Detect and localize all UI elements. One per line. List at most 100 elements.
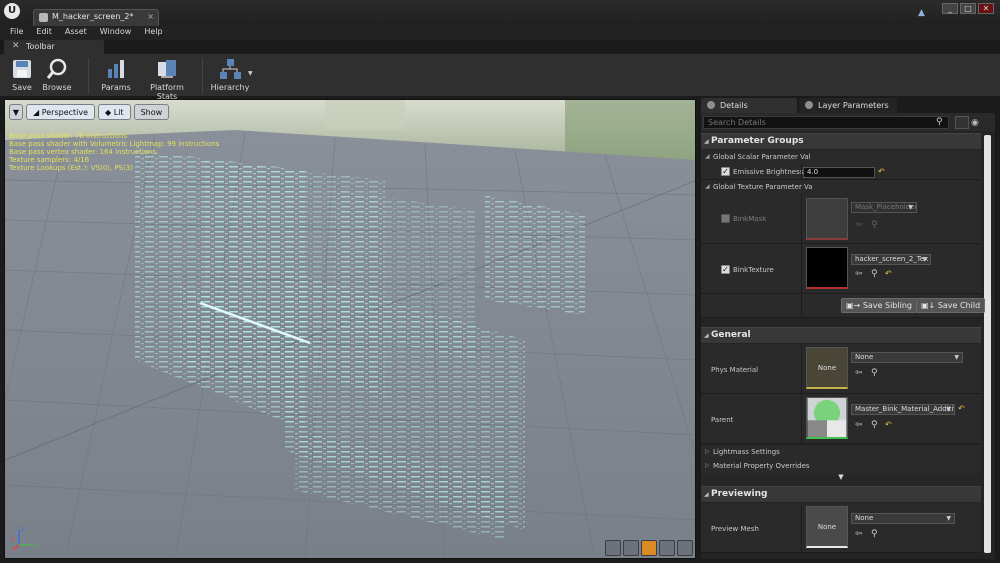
perspective-icon: ◢ xyxy=(33,107,42,117)
property-matrix-icon[interactable] xyxy=(955,116,969,129)
bink-texture-asset-combo[interactable]: hacker_screen_2_Tex ▼ xyxy=(851,254,931,265)
lit-button[interactable]: ◆ Lit xyxy=(98,103,131,120)
save-child-label: Save Child xyxy=(937,301,981,310)
use-selected-arrow-icon[interactable]: ⇦ xyxy=(855,529,863,539)
details-scrollbar[interactable] xyxy=(984,135,991,553)
menu-bar: File Edit Asset Window Help xyxy=(0,26,1000,40)
collapse-arrow-icon: ◢ xyxy=(704,138,709,145)
viewport-options-button[interactable]: ▼ xyxy=(9,103,23,120)
save-child-button[interactable]: ▣↓ Save Child xyxy=(916,298,986,313)
column-splitter xyxy=(801,394,802,443)
platform-stats-button[interactable]: Platform Stats xyxy=(140,58,194,101)
texture-group-label: Global Texture Parameter Va xyxy=(713,183,813,191)
sphere-preview-button[interactable] xyxy=(623,540,639,556)
params-button[interactable]: Params xyxy=(98,58,134,96)
maximize-button[interactable]: □ xyxy=(960,3,976,14)
phys-material-combo[interactable]: None ▼ xyxy=(851,352,963,363)
scrollbar-thumb[interactable] xyxy=(984,135,991,553)
panel-tabs: Details Layer Parameters xyxy=(699,97,997,113)
emissive-brightness-input[interactable]: 4.0 xyxy=(803,167,875,178)
column-splitter xyxy=(801,194,802,243)
use-selected-arrow-icon[interactable]: ⇦ xyxy=(855,368,863,378)
bink-mask-asset-combo[interactable]: Mask_Placeholder ▼ xyxy=(851,202,917,213)
toolbar-tab[interactable]: ✕ Toolbar xyxy=(4,40,104,54)
hierarchy-button[interactable]: Hierarchy xyxy=(210,58,250,96)
close-window-button[interactable]: ✕ xyxy=(978,3,994,14)
save-button[interactable]: Save xyxy=(8,58,36,96)
minimize-button[interactable]: _ xyxy=(942,3,958,14)
reset-to-default-icon[interactable]: ↶ xyxy=(878,167,885,176)
browse-button[interactable]: Browse xyxy=(40,58,74,96)
save-sibling-icon: ▣→ xyxy=(846,301,863,310)
bink-mask-thumbnail[interactable] xyxy=(806,198,848,240)
bink-texture-row: ✓ BinkTexture hacker_screen_2_Tex ▼ ⇦ ⚲ ↶ xyxy=(701,244,981,294)
advanced-expander[interactable]: ▼ xyxy=(701,473,981,485)
browse-asset-icon[interactable]: ⚲ xyxy=(871,529,878,539)
phys-material-thumbnail[interactable]: None xyxy=(806,347,848,389)
unreal-logo-icon[interactable]: U xyxy=(4,3,20,19)
document-tab[interactable]: M_hacker_screen_2* × xyxy=(33,9,159,26)
material-property-overrides-row[interactable]: ▷ Material Property Overrides xyxy=(701,459,981,473)
menu-help[interactable]: Help xyxy=(144,26,169,40)
plane-preview-button[interactable] xyxy=(641,540,657,556)
use-selected-arrow-icon[interactable]: ⇦ xyxy=(855,220,863,230)
bink-texture-thumbnail[interactable] xyxy=(806,247,848,289)
previewing-header[interactable]: ◢ Previewing xyxy=(701,486,981,502)
emissive-brightness-checkbox[interactable]: ✓ xyxy=(721,167,730,176)
preview-viewport[interactable]: ▼ ◢ Perspective ◆ Lit Show Base pass sha… xyxy=(4,99,696,559)
search-details-input[interactable] xyxy=(703,116,949,129)
bink-texture-checkbox[interactable]: ✓ xyxy=(721,265,730,274)
preview-mesh-thumbnail[interactable]: None xyxy=(806,506,848,548)
reset-to-default-icon[interactable]: ↶ xyxy=(885,269,892,278)
window-controls: _ □ ✕ xyxy=(942,3,994,14)
tab-details-label: Details xyxy=(720,101,748,110)
menu-edit[interactable]: Edit xyxy=(36,26,59,40)
general-header[interactable]: ◢ General xyxy=(701,327,981,343)
general-title: General xyxy=(711,330,751,340)
menu-asset[interactable]: Asset xyxy=(65,26,94,40)
hierarchy-label: Hierarchy xyxy=(210,83,250,92)
reset-to-default-icon[interactable]: ↶ xyxy=(885,420,892,429)
axis-z-label: z xyxy=(21,526,24,533)
phys-material-value: None xyxy=(855,353,874,361)
layer-parameters-icon xyxy=(805,101,813,109)
dropdown-arrow-icon: ▼ xyxy=(946,406,951,413)
preview-shape-tools xyxy=(605,540,693,556)
scalar-group-row[interactable]: ◢ Global Scalar Parameter Val xyxy=(701,150,981,164)
cylinder-preview-button[interactable] xyxy=(605,540,621,556)
lightmass-settings-row[interactable]: ▷ Lightmass Settings xyxy=(701,445,981,459)
browse-asset-icon[interactable]: ⚲ xyxy=(871,220,878,230)
save-sibling-button[interactable]: ▣→ Save Sibling xyxy=(841,298,917,313)
previewing-title: Previewing xyxy=(711,489,768,499)
preview-mesh-combo[interactable]: None ▼ xyxy=(851,513,955,524)
menu-file[interactable]: File xyxy=(10,26,30,40)
parent-material-combo[interactable]: Master_Bink_Material_Additive ▼ xyxy=(851,404,955,415)
hierarchy-dropdown-icon[interactable]: ▼ xyxy=(248,70,253,77)
perspective-button[interactable]: ◢ Perspective xyxy=(26,103,96,120)
browse-asset-icon[interactable]: ⚲ xyxy=(871,269,878,279)
texture-group-row[interactable]: ◢ Global Texture Parameter Va xyxy=(701,180,981,194)
cube-preview-button[interactable] xyxy=(659,540,675,556)
use-selected-arrow-icon[interactable]: ⇦ xyxy=(855,269,863,279)
eye-icon[interactable]: ◉ xyxy=(971,118,979,128)
save-actions-row: ▣→ Save Sibling ▣↓ Save Child xyxy=(701,294,986,318)
close-tab-icon[interactable]: × xyxy=(147,12,154,21)
bink-mask-checkbox[interactable] xyxy=(721,214,730,223)
toolbar-separator xyxy=(202,58,203,94)
menu-window[interactable]: Window xyxy=(100,26,139,40)
browse-asset-icon[interactable]: ⚲ xyxy=(871,368,878,378)
lightmass-settings-label: Lightmass Settings xyxy=(713,448,780,456)
reset-to-default-icon[interactable]: ↶ xyxy=(958,404,965,413)
expand-arrow-icon: ◢ xyxy=(705,153,710,160)
save-child-icon: ▣↓ xyxy=(921,301,938,310)
parent-material-thumbnail[interactable] xyxy=(806,397,848,439)
show-button[interactable]: Show xyxy=(133,103,170,120)
expand-arrow-icon: ◢ xyxy=(705,183,710,190)
help-icon[interactable]: ▲ xyxy=(918,8,930,18)
parameter-groups-header[interactable]: ◢ Parameter Groups xyxy=(701,133,981,149)
tab-layer-parameters[interactable]: Layer Parameters xyxy=(799,98,897,113)
tab-details[interactable]: Details xyxy=(701,98,797,113)
mesh-preview-button[interactable] xyxy=(677,540,693,556)
browse-asset-icon[interactable]: ⚲ xyxy=(871,420,878,430)
use-selected-arrow-icon[interactable]: ⇦ xyxy=(855,420,863,430)
